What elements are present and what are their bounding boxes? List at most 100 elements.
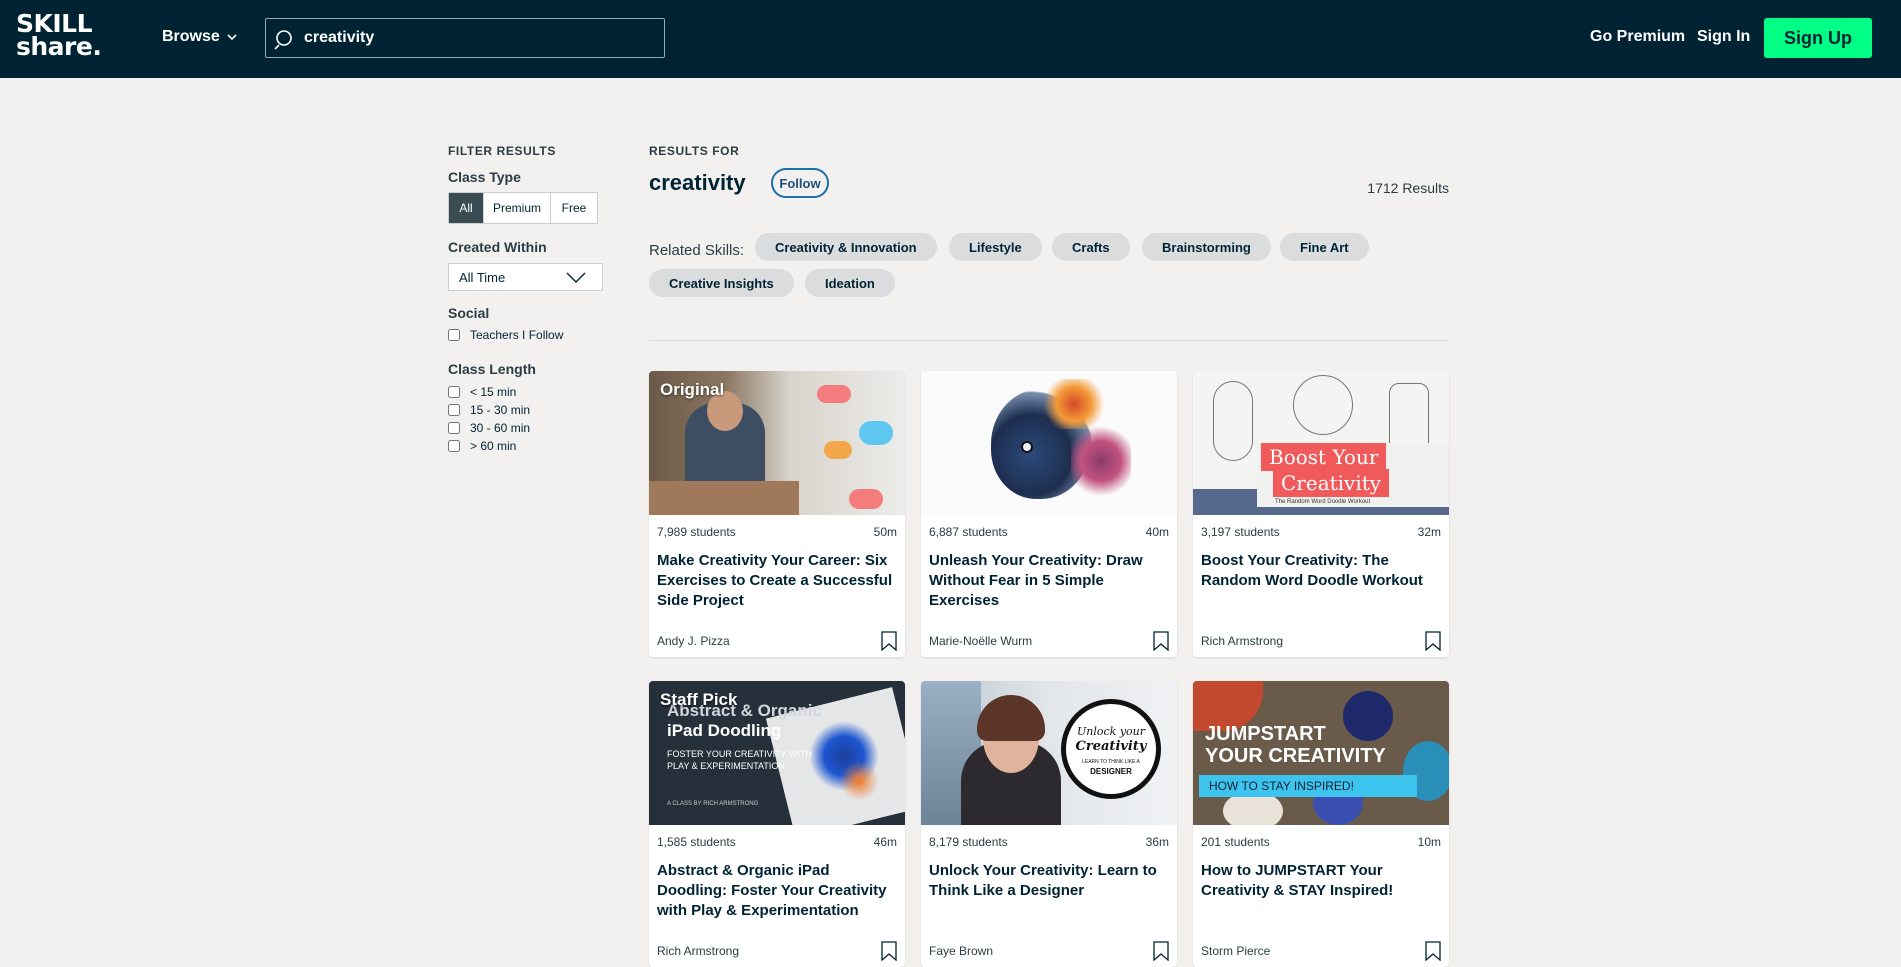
teacher-name[interactable]: Marie-Noëlle Wurm: [929, 634, 1032, 648]
class-length-option-label: 30 - 60 min: [470, 421, 531, 435]
class-duration: 36m: [1145, 835, 1169, 849]
student-count: 3,197 students: [1201, 525, 1280, 539]
chevron-down-icon: [227, 34, 237, 41]
class-title[interactable]: Unlock Your Creativity: Learn to Think L…: [921, 849, 1177, 933]
skillshare-logo[interactable]: SKILL share.: [16, 11, 102, 59]
related-skill-pill[interactable]: Crafts: [1052, 233, 1130, 261]
class-length-option[interactable]: 15 - 30 min: [448, 403, 530, 417]
class-title[interactable]: Boost Your Creativity: The Random Word D…: [1193, 539, 1449, 623]
go-premium-link[interactable]: Go Premium: [1590, 28, 1685, 46]
class-title[interactable]: Make Creativity Your Career: Six Exercis…: [649, 539, 905, 623]
teacher-name[interactable]: Andy J. Pizza: [657, 634, 730, 648]
created-within-value: All Time: [459, 269, 506, 285]
bookmark-icon[interactable]: [881, 631, 897, 651]
thumbnail-caption: Creativity: [1273, 469, 1390, 497]
student-count: 201 students: [1201, 835, 1270, 849]
results-count: 1712 Results: [1367, 180, 1449, 196]
teachers-i-follow-checkbox[interactable]: [448, 329, 460, 341]
class-card[interactable]: Original 7,989 students 50m Make Creativ…: [649, 371, 905, 657]
class-length-checkbox[interactable]: [448, 404, 460, 416]
created-within-label: Created Within: [448, 239, 547, 255]
class-length-option-label: > 60 min: [470, 439, 517, 453]
class-length-option[interactable]: > 60 min: [448, 439, 516, 453]
class-length-option[interactable]: 30 - 60 min: [448, 421, 530, 435]
class-length-option[interactable]: < 15 min: [448, 385, 516, 399]
follow-button[interactable]: Follow: [771, 168, 829, 198]
class-type-premium-option[interactable]: Premium: [484, 193, 551, 223]
class-title[interactable]: Abstract & Organic iPad Doodling: Foster…: [649, 849, 905, 933]
student-count: 7,989 students: [657, 525, 736, 539]
class-length-checkbox[interactable]: [448, 386, 460, 398]
class-thumbnail[interactable]: [921, 371, 1177, 515]
thumbnail-subcaption: LEARN TO THINK LIKE A: [1082, 759, 1140, 765]
thumbnail-subcaption: HOW TO STAY INSPIRED!: [1199, 775, 1417, 797]
bookmark-icon[interactable]: [881, 941, 897, 961]
teacher-name[interactable]: Faye Brown: [929, 944, 993, 958]
thumbnail-caption: Unlock your: [1077, 725, 1145, 738]
sign-up-button[interactable]: Sign Up: [1764, 18, 1872, 58]
class-duration: 10m: [1417, 835, 1441, 849]
thumbnail-caption: Creativity: [1075, 739, 1147, 754]
thumbnail-caption: Boost Your: [1261, 443, 1387, 471]
class-duration: 32m: [1417, 525, 1441, 539]
class-type-segmented-control: All Premium Free: [448, 192, 598, 224]
teacher-name[interactable]: Storm Pierce: [1201, 944, 1270, 958]
teachers-i-follow-label: Teachers I Follow: [470, 328, 564, 342]
section-divider: [649, 340, 1449, 341]
browse-label: Browse: [162, 28, 220, 45]
class-length-option-label: 15 - 30 min: [470, 403, 531, 417]
sign-in-link[interactable]: Sign In: [1697, 28, 1750, 46]
original-badge: Original: [660, 380, 725, 399]
class-thumbnail[interactable]: Original: [649, 371, 905, 515]
class-thumbnail[interactable]: JUMPSTART YOUR CREATIVITY HOW TO STAY IN…: [1193, 681, 1449, 825]
class-length-label: Class Length: [448, 361, 536, 377]
class-length-checkbox[interactable]: [448, 422, 460, 434]
results-for-heading: RESULTS FOR: [649, 144, 740, 158]
class-thumbnail[interactable]: Boost Your Creativity The Random Word Do…: [1193, 371, 1449, 515]
search-input[interactable]: [304, 19, 659, 57]
class-duration: 46m: [873, 835, 897, 849]
class-thumbnail[interactable]: Abstract & Organic iPad Doodling FOSTER …: [649, 681, 905, 825]
created-within-select[interactable]: All Time: [448, 263, 603, 291]
related-skill-pill[interactable]: Creative Insights: [649, 269, 794, 297]
class-length-checkbox[interactable]: [448, 440, 460, 452]
filter-results-heading: FILTER RESULTS: [448, 144, 556, 158]
thumbnail-subcaption: PLAY & EXPERIMENTATION: [667, 761, 785, 771]
teacher-name[interactable]: Rich Armstrong: [657, 944, 739, 958]
class-duration: 40m: [1145, 525, 1169, 539]
teacher-name[interactable]: Rich Armstrong: [1201, 634, 1283, 648]
class-card[interactable]: 6,887 students 40m Unleash Your Creativi…: [921, 371, 1177, 657]
search-box[interactable]: [265, 18, 665, 58]
bookmark-icon[interactable]: [1153, 631, 1169, 651]
chevron-down-icon: [566, 272, 586, 283]
teachers-i-follow-checkbox-row[interactable]: Teachers I Follow: [448, 328, 563, 342]
class-duration: 50m: [873, 525, 897, 539]
class-type-label: Class Type: [448, 169, 521, 185]
thumbnail-credit: A CLASS BY RICH ARMSTRONG: [667, 801, 759, 807]
browse-menu-button[interactable]: Browse: [162, 28, 238, 46]
related-skill-pill[interactable]: Lifestyle: [949, 233, 1042, 261]
class-type-free-option[interactable]: Free: [551, 193, 597, 223]
thumbnail-caption: YOUR CREATIVITY: [1205, 745, 1386, 767]
class-card[interactable]: JUMPSTART YOUR CREATIVITY HOW TO STAY IN…: [1193, 681, 1449, 967]
thumbnail-subcaption: The Random Word Doodle Workout: [1275, 499, 1371, 505]
thumbnail-subcaption: DESIGNER: [1090, 767, 1132, 776]
related-skill-pill[interactable]: Creativity & Innovation: [755, 233, 937, 261]
class-card[interactable]: Abstract & Organic iPad Doodling FOSTER …: [649, 681, 905, 967]
class-thumbnail[interactable]: Unlock your Creativity LEARN TO THINK LI…: [921, 681, 1177, 825]
bookmark-icon[interactable]: [1425, 631, 1441, 651]
class-card[interactable]: Unlock your Creativity LEARN TO THINK LI…: [921, 681, 1177, 967]
class-title[interactable]: How to JUMPSTART Your Creativity & STAY …: [1193, 849, 1449, 933]
bookmark-icon[interactable]: [1425, 941, 1441, 961]
thumbnail-subcaption: FOSTER YOUR CREATIVITY WITH: [667, 749, 813, 759]
social-label: Social: [448, 305, 490, 321]
related-skill-pill[interactable]: Fine Art: [1280, 233, 1369, 261]
class-card[interactable]: Boost Your Creativity The Random Word Do…: [1193, 371, 1449, 657]
class-type-all-option[interactable]: All: [449, 193, 484, 223]
bookmark-icon[interactable]: [1153, 941, 1169, 961]
class-title[interactable]: Unleash Your Creativity: Draw Without Fe…: [921, 539, 1177, 623]
related-skill-pill[interactable]: Brainstorming: [1142, 233, 1271, 261]
class-length-option-label: < 15 min: [470, 385, 517, 399]
related-skill-pill[interactable]: Ideation: [805, 269, 895, 297]
thumbnail-caption: iPad Doodling: [667, 721, 782, 740]
